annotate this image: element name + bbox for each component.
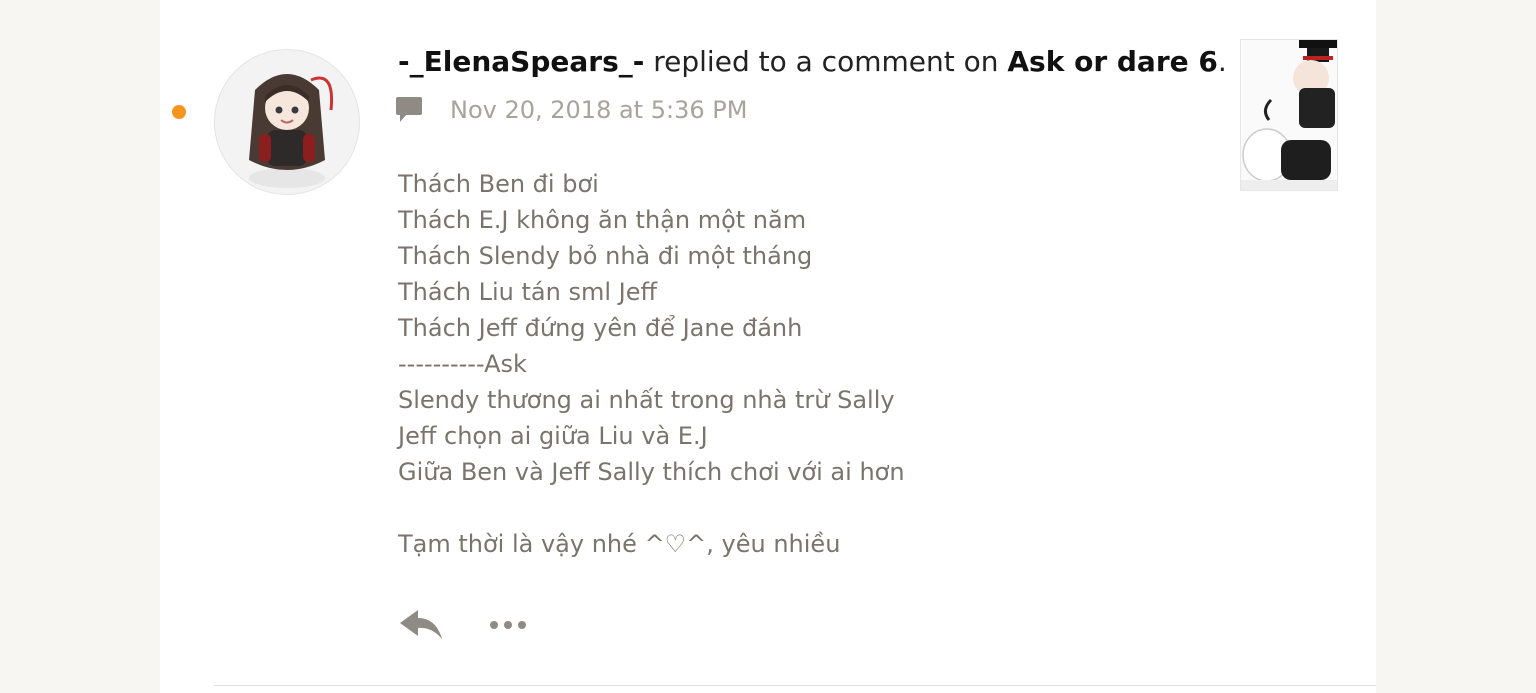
notifications-page: -_ElenaSpears_- replied to a comment on …	[0, 0, 1536, 693]
comment-line: Thách E.J không ăn thận một năm	[398, 206, 807, 234]
comment-line: Tạm thời là vậy nhé ^♡^, yêu nhiều	[398, 530, 841, 558]
story-cover-thumbnail[interactable]	[1240, 39, 1338, 191]
action-text: replied to a comment on	[644, 45, 1008, 78]
comment-line: Thách Slendy bỏ nhà đi một tháng	[398, 242, 813, 270]
story-title-link[interactable]: Ask or dare 6	[1007, 45, 1217, 78]
comment-line: Jeff chọn ai giữa Liu và E.J	[398, 422, 708, 450]
comment-line: Giữa Ben và Jeff Sally thích chơi với ai…	[398, 458, 905, 486]
unread-indicator	[172, 105, 186, 119]
end-punctuation: .	[1217, 45, 1227, 78]
comment-line: ----------Ask	[398, 350, 527, 378]
comment-line: Thách Ben đi bơi	[398, 170, 599, 198]
comment-line: Thách Liu tán sml Jeff	[398, 278, 658, 306]
timestamp: Nov 20, 2018 at 5:36 PM	[450, 96, 748, 124]
more-options-icon[interactable]	[488, 617, 528, 633]
reply-icon[interactable]	[398, 607, 444, 643]
comment-body: Thách Ben đi bơi Thách E.J không ăn thận …	[398, 166, 1198, 562]
comment-line: Slendy thương ai nhất trong nhà trừ Sall…	[398, 386, 895, 414]
notification-meta: Nov 20, 2018 at 5:36 PM	[394, 90, 747, 130]
notification-headline: -_ElenaSpears_- replied to a comment on …	[398, 40, 1227, 84]
user-avatar[interactable]	[214, 49, 360, 195]
action-bar	[398, 605, 528, 645]
divider	[214, 685, 1376, 686]
avatar-illustration	[215, 50, 359, 194]
comment-line: Thách Jeff đứng yên để Jane đánh	[398, 314, 803, 342]
comment-blank-line	[398, 490, 1198, 526]
comment-icon	[394, 95, 424, 125]
story-cover-illustration	[1241, 40, 1337, 190]
username-link[interactable]: -_ElenaSpears_-	[398, 45, 644, 78]
